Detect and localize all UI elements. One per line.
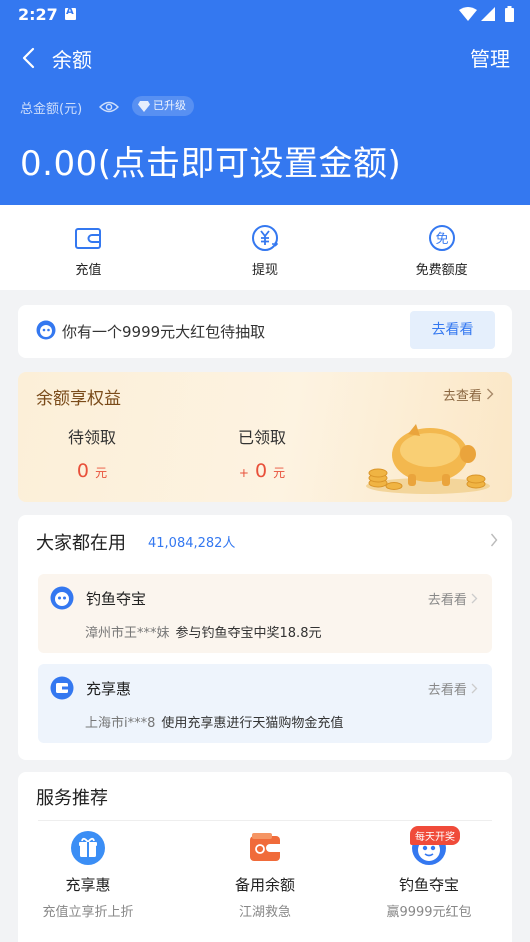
claimed-amount: 0 xyxy=(254,460,268,482)
fishing-go-label: 去看看 xyxy=(427,593,467,608)
services-title: 服务推荐 xyxy=(36,788,108,809)
fishing-name: 钓鱼夺宝 xyxy=(86,590,147,608)
pending-amount: 0 xyxy=(76,460,90,482)
fishing-go-link[interactable]: 去看看 xyxy=(428,589,478,608)
fishing-desc: 参与钓鱼夺宝中奖18.8元 xyxy=(175,626,322,641)
balance-amount[interactable]: 0.00(点击即可设置金额) xyxy=(20,136,401,185)
back-arrow-icon[interactable] xyxy=(18,46,42,70)
action-bar: 充值 提现 免 免费额度 xyxy=(0,205,530,290)
claimed-label: 已领取 xyxy=(237,428,286,447)
red-packet-text: 你有一个9999元大红包待抽取 xyxy=(62,323,266,341)
withdraw-button[interactable]: 提现 xyxy=(177,205,354,290)
list-item-fishing[interactable]: 钓鱼夺宝 去看看 漳州市王***妹 参与钓鱼夺宝中奖18.8元 xyxy=(38,574,492,653)
wallet-badge-icon xyxy=(50,676,74,700)
claimed-value: + 0 元 xyxy=(202,460,322,482)
backup-wallet-icon xyxy=(250,833,280,861)
status-time: 2:27 xyxy=(18,5,58,24)
upgrade-badge-label: 已升级 xyxy=(153,99,186,112)
piggy-bank-illustration xyxy=(366,424,490,494)
service-backup-balance-name: 备用余额 xyxy=(234,876,295,894)
recharge-discount-go-label: 去看看 xyxy=(427,683,467,698)
manage-button[interactable]: 管理 xyxy=(470,43,510,72)
recharge-discount-user: 上海市i***8 xyxy=(85,716,156,731)
total-amount-label: 总金额(元) xyxy=(20,102,83,117)
status-bar: 2:27 xyxy=(0,0,530,28)
popular-user-count: 41,084,282人 xyxy=(148,536,236,551)
divider xyxy=(38,820,492,821)
fishing-icon xyxy=(50,586,74,610)
recharge-button[interactable]: 充值 xyxy=(0,205,177,290)
pending-unit: 元 xyxy=(95,466,108,480)
page-title: 余额 xyxy=(52,48,92,72)
red-packet-banner[interactable]: 你有一个9999元大红包待抽取 去看看 xyxy=(18,305,512,358)
free-quota-button[interactable]: 免 免费额度 xyxy=(353,205,530,290)
claimed-prefix: + xyxy=(238,466,249,480)
free-icon: 免 xyxy=(428,225,455,251)
recharge-discount-activity: 上海市i***8 使用充享惠进行天猫购物金充值 xyxy=(85,712,343,731)
signal-icon xyxy=(481,7,495,21)
popular-title: 大家都在用 xyxy=(36,533,126,554)
service-recharge-discount-name: 充享惠 xyxy=(65,876,111,894)
benefit-title: 余额享权益 xyxy=(36,389,121,409)
benefit-view-label: 去查看 xyxy=(442,389,482,404)
chevron-right-icon[interactable] xyxy=(490,533,498,547)
service-item-backup-balance[interactable]: 备用余额 江湖救急 xyxy=(190,830,340,920)
gift-icon xyxy=(71,831,105,865)
benefit-view-link[interactable]: 去查看 xyxy=(443,385,494,404)
free-quota-label: 免费额度 xyxy=(415,263,468,278)
service-item-recharge-discount[interactable]: 充享惠 充值立享折上折 xyxy=(13,830,163,920)
recharge-discount-name: 充享惠 xyxy=(86,680,132,698)
fishing-activity: 漳州市王***妹 参与钓鱼夺宝中奖18.8元 xyxy=(85,622,321,641)
red-packet-go-button[interactable]: 去看看 xyxy=(410,311,495,349)
recharge-discount-go-link[interactable]: 去看看 xyxy=(428,679,478,698)
recharge-discount-desc: 使用充享惠进行天猫购物金充值 xyxy=(161,716,344,731)
pending-column: 待领取 0 元 xyxy=(32,424,152,482)
chevron-right-icon xyxy=(471,683,478,694)
svg-text:免: 免 xyxy=(435,232,448,247)
service-recommendations-card: 服务推荐 充享惠 充值立享折上折 备用余额 江湖救急 钓鱼夺宝 赢9999元红包 xyxy=(18,772,512,942)
popular-services-card: 大家都在用 41,084,282人 钓鱼夺宝 去看看 漳州市王***妹 参与钓鱼夺… xyxy=(18,515,512,760)
service-fishing-name: 钓鱼夺宝 xyxy=(398,876,459,894)
wifi-icon xyxy=(459,7,477,21)
pending-value: 0 元 xyxy=(32,460,152,482)
service-fishing-desc: 赢9999元红包 xyxy=(386,905,472,920)
notification-icon xyxy=(65,6,76,20)
balance-benefits-card[interactable]: 余额享权益 去查看 待领取 0 元 已领取 + 0 元 xyxy=(18,372,512,502)
nav-bar: 余额 管理 xyxy=(0,38,530,78)
fishing-user: 漳州市王***妹 xyxy=(85,626,170,641)
diamond-icon xyxy=(138,100,150,112)
pending-label: 待领取 xyxy=(67,428,116,447)
battery-icon xyxy=(505,6,514,22)
chevron-right-icon xyxy=(471,593,478,604)
daily-draw-badge: 每天开奖 xyxy=(410,826,460,845)
chevron-right-icon xyxy=(487,388,494,400)
service-recharge-discount-desc: 充值立享折上折 xyxy=(42,905,134,920)
withdraw-label: 提现 xyxy=(252,263,279,278)
eye-icon[interactable] xyxy=(99,99,119,115)
upgrade-badge[interactable]: 已升级 xyxy=(132,96,194,116)
list-item-recharge-discount[interactable]: 充享惠 去看看 上海市i***8 使用充享惠进行天猫购物金充值 xyxy=(38,664,492,743)
service-backup-balance-desc: 江湖救急 xyxy=(238,905,291,920)
balance-header: 2:27 余额 管理 总金额(元) 已升级 0.00(点击即可设置金额) xyxy=(0,0,530,205)
wallet-icon xyxy=(75,228,102,249)
recharge-label: 充值 xyxy=(75,263,102,278)
yuan-withdraw-icon xyxy=(252,225,279,251)
fish-avatar-icon xyxy=(36,320,56,340)
claimed-unit: 元 xyxy=(273,466,286,480)
claimed-column: 已领取 + 0 元 xyxy=(202,424,322,482)
